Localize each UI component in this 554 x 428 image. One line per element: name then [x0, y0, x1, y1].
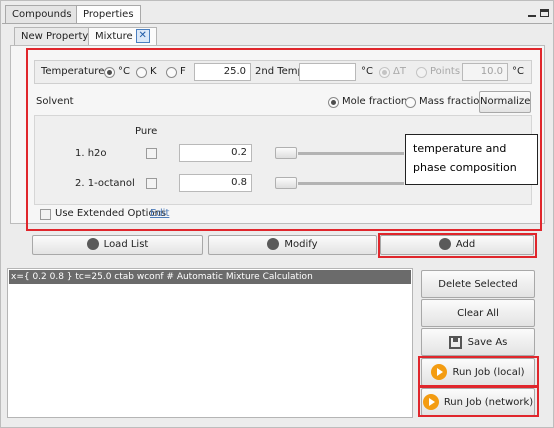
minimize-icon[interactable]	[527, 8, 537, 18]
component-2-slider-handle[interactable]	[275, 177, 297, 189]
temperature-label: Temperature	[41, 66, 105, 77]
network-play-icon	[422, 394, 439, 410]
tab-properties[interactable]: Properties	[76, 5, 141, 24]
delta-t-label: ΔT	[393, 66, 406, 77]
run-network-button[interactable]: Run Job (network)	[421, 388, 535, 416]
load-list-icon	[86, 238, 99, 250]
annotation-callout: temperature and phase composition	[405, 134, 538, 185]
mass-fraction-label: Mass fraction	[419, 96, 486, 107]
points-radio[interactable]	[416, 67, 427, 78]
mass-fraction-radio[interactable]	[405, 97, 416, 108]
run-local-button[interactable]: Run Job (local)	[421, 358, 535, 386]
run-local-label: Run Job (local)	[452, 367, 525, 378]
mole-fraction-label: Mole fraction	[342, 96, 408, 107]
play-icon	[431, 364, 448, 380]
delta-t-radio[interactable]	[379, 67, 390, 78]
command-row[interactable]: x={ 0.2 0.8 } tc=25.0 ctab wconf # Autom…	[9, 270, 411, 284]
maximize-icon[interactable]	[540, 8, 550, 18]
save-as-label: Save As	[467, 337, 508, 348]
tab-new-property[interactable]: New Property	[14, 27, 96, 45]
save-as-button[interactable]: Save As	[421, 328, 535, 356]
normalize-button[interactable]: Normalize	[479, 91, 531, 113]
component-2-label: 2. 1-octanol	[75, 178, 135, 189]
add-label: Add	[455, 239, 476, 250]
command-list[interactable]: x={ 0.2 0.8 } tc=25.0 ctab wconf # Autom…	[7, 268, 413, 418]
unit-kelvin-radio[interactable]	[136, 67, 147, 78]
unit-celsius-label: °C	[118, 66, 130, 77]
tab-compounds-label: Compounds	[12, 9, 72, 20]
edit-link[interactable]: Edit	[150, 208, 169, 219]
second-temp-label: 2nd Temp	[255, 66, 304, 77]
solvent-label: Solvent	[36, 96, 74, 107]
unit-celsius-radio[interactable]	[104, 67, 115, 78]
points-input[interactable]: 10.0	[462, 63, 508, 81]
unit-kelvin-label: K	[150, 66, 157, 77]
tab-divider	[2, 23, 552, 24]
delete-selected-button[interactable]: Delete Selected	[421, 270, 535, 298]
modify-label: Modify	[284, 239, 318, 250]
modify-icon	[267, 238, 280, 250]
tab-mixture[interactable]: Mixture ✕	[88, 27, 157, 45]
pure-header: Pure	[135, 126, 158, 137]
second-temp-input[interactable]	[299, 63, 356, 81]
component-2-pure-checkbox[interactable]	[146, 178, 157, 189]
tab-compounds[interactable]: Compounds	[5, 5, 79, 23]
tab-properties-label: Properties	[83, 9, 134, 20]
mole-fraction-radio[interactable]	[328, 97, 339, 108]
add-icon	[438, 238, 451, 250]
tab-mixture-label: Mixture	[95, 31, 133, 42]
points-label: Points	[430, 66, 461, 77]
component-2-fraction-input[interactable]: 0.8	[179, 174, 252, 192]
clear-all-button[interactable]: Clear All	[421, 299, 535, 327]
end-unit-label: °C	[512, 66, 524, 77]
annotation-line-1: temperature and	[413, 142, 507, 155]
load-list-label: Load List	[103, 239, 149, 250]
add-button[interactable]: Add	[380, 235, 534, 255]
unit-fahrenheit-radio[interactable]	[166, 67, 177, 78]
component-1-pure-checkbox[interactable]	[146, 148, 157, 159]
modify-button[interactable]: Modify	[208, 235, 377, 255]
unit-fahrenheit-label: F	[180, 66, 186, 77]
close-icon[interactable]: ✕	[135, 29, 150, 43]
component-2-slider-track[interactable]	[298, 182, 404, 185]
load-list-button[interactable]: Load List	[32, 235, 203, 255]
tab-new-property-label: New Property	[21, 31, 89, 42]
component-1-label: 1. h2o	[75, 148, 107, 159]
second-temp-unit: °C	[361, 66, 373, 77]
run-network-label: Run Job (network)	[443, 397, 534, 408]
annotation-line-2: phase composition	[413, 161, 517, 174]
component-1-slider-handle[interactable]	[275, 147, 297, 159]
extended-options-checkbox[interactable]	[40, 209, 51, 220]
save-icon	[448, 335, 462, 349]
component-1-fraction-input[interactable]: 0.2	[179, 144, 252, 162]
temperature-input[interactable]: 25.0	[194, 63, 251, 81]
component-1-slider-track[interactable]	[298, 152, 404, 155]
